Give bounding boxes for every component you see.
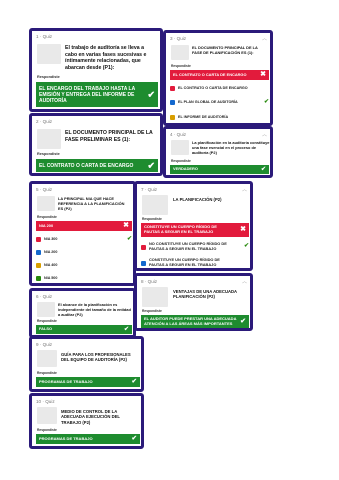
responded-label: Respondiste (37, 152, 60, 156)
check-icon: ✔ (263, 98, 269, 105)
question-text: EL DOCUMENTO PRINCIPAL DE LA FASE DE PLA… (192, 45, 258, 55)
diamond-icon (170, 100, 175, 105)
card-number: 10 · Quiz (36, 399, 55, 404)
answer-incorrect: EL CONTRATO O CARTA DE ENCARGO ✖ (170, 70, 269, 80)
check-icon: ✔ (260, 165, 266, 172)
option-item: EL INFORME DE AUDITORÍA (170, 113, 269, 122)
triangle-icon (170, 86, 175, 91)
quiz-card-7[interactable]: 7 · Quiz ︿ LA PLANIFICACIÓN (P2) Respond… (134, 181, 253, 271)
question-text: El trabajo de auditoría se lleva a cabo … (65, 45, 147, 71)
circle-icon (170, 115, 175, 120)
card-number: 8 · Quiz (141, 279, 158, 284)
question-image (37, 129, 61, 149)
question-text: EL DOCUMENTO PRINCIPAL DE LA FASE PRELIM… (65, 130, 153, 143)
answer-correct: PROGRAMAS DE TRABAJO ✔ (36, 377, 140, 387)
quiz-card-9[interactable]: 9 · Quiz GUÍA PARA LOS PROFESIONALES DEL… (29, 336, 144, 392)
responded-label: Respondiste (37, 371, 57, 375)
cross-icon: ✖ (123, 221, 129, 229)
check-icon: ✔ (243, 243, 249, 250)
quiz-card-5[interactable]: 5 · Quiz LA PRINCIPAL NIA QUE HACE REFER… (29, 181, 136, 286)
responded-label: Respondiste (37, 319, 57, 323)
question-image (37, 407, 57, 424)
cross-icon: ✖ (260, 70, 266, 78)
option-item: EL PLAN GLOBAL DE AUDITORÍA ✔ (170, 98, 269, 107)
option-item: NIA 300 ✔ (36, 235, 132, 244)
option-item: NIA 400 (36, 261, 132, 270)
responded-label: Respondiste (142, 217, 162, 221)
question-image (37, 302, 55, 317)
answer-correct: PROGRAMAS DE TRABAJO ✔ (36, 434, 140, 444)
option-item: CONSTITUYE UN CUERPO RÍGIDO DE PAUTAS A … (141, 257, 249, 268)
answer-correct: FALSO ✔ (36, 325, 132, 334)
question-text: VENTAJAS DE UNA ADECUADA PLANIFICACIÓN (… (173, 289, 237, 300)
card-number: 2 · Quiz (36, 119, 53, 124)
check-icon: ✔ (147, 160, 155, 171)
quiz-card-3[interactable]: 3 · Quiz ︿ EL DOCUMENTO PRINCIPAL DE LA … (163, 30, 273, 126)
question-text: La planificación en la auditoría constit… (192, 140, 270, 155)
check-icon: ✔ (123, 325, 129, 332)
responded-label: Respondiste (171, 64, 191, 68)
question-text: LA PRINCIPAL NIA QUE HACE REFERENCIA A L… (58, 196, 125, 211)
card-number: 5 · Quiz (36, 187, 53, 192)
card-number: 3 · Quiz (170, 36, 187, 41)
option-item: EL CONTRATO O CARTA DE ENCARGO (170, 84, 269, 93)
circle-icon (36, 263, 41, 268)
card-number: 6 · Quiz (36, 294, 53, 299)
responded-label: Respondiste (37, 75, 60, 79)
card-number: 4 · Quiz (170, 132, 187, 137)
option-item: NO CONSTITUYE UN CUERPO RÍGIDO DE PAUTAS… (141, 241, 249, 253)
check-icon: ✔ (131, 378, 137, 386)
question-image (171, 45, 189, 60)
check-icon: ✔ (131, 435, 137, 443)
diamond-icon (141, 260, 146, 266)
chevron-up-icon[interactable]: ︿ (242, 278, 247, 285)
question-text: MEDIO DE CONTROL DE LA ADECUADA EJECUCIÓ… (61, 409, 120, 425)
question-image (37, 44, 61, 64)
card-number: 7 · Quiz (141, 187, 158, 192)
quiz-card-10[interactable]: 10 · Quiz MEDIO DE CONTROL DE LA ADECUAD… (29, 393, 144, 449)
triangle-icon (36, 237, 41, 242)
check-icon: ✔ (126, 235, 132, 242)
answer-correct: EL CONTRATO O CARTA DE ENCARGO ✔ (36, 159, 158, 172)
quiz-card-1[interactable]: 1 · Quiz El trabajo de auditoría se llev… (29, 28, 163, 112)
answer-correct: EL ENCARGO DEL TRABAJO HASTA LA EMISIÓN … (36, 82, 158, 107)
answer-correct: VERDADERO ✔ (170, 165, 269, 174)
question-text: GUÍA PARA LOS PROFESIONALES DEL EQUIPO D… (61, 352, 131, 363)
question-image (37, 196, 55, 211)
card-number: 1 · Quiz (36, 34, 53, 39)
card-number: 9 · Quiz (36, 342, 53, 347)
answer-incorrect: NIA 200 ✖ (36, 221, 132, 231)
check-icon: ✔ (147, 89, 155, 100)
option-item: NIA 500 (36, 274, 132, 283)
responded-label: Respondiste (171, 159, 191, 163)
question-image (171, 140, 189, 155)
responded-label: Respondiste (37, 428, 57, 432)
quiz-card-8[interactable]: 8 · Quiz ︿ VENTAJAS DE UNA ADECUADA PLAN… (134, 273, 253, 331)
chevron-up-icon[interactable]: ︿ (262, 131, 267, 138)
square-icon (36, 276, 41, 281)
diamond-icon (36, 250, 41, 255)
question-image (142, 195, 168, 215)
chevron-up-icon[interactable]: ︿ (262, 35, 267, 42)
question-text: El alcance de la planificación es indepe… (58, 302, 131, 317)
question-image (142, 287, 168, 307)
responded-label: Respondiste (37, 215, 57, 219)
chevron-up-icon[interactable]: ︿ (242, 186, 247, 193)
answer-incorrect: CONSTITUYE UN CUERPO RÍGIDO DE PAUTAS A … (141, 223, 249, 237)
answer-correct: EL AUDITOR PUEDE PRESTAR UNA ADECUADA AT… (141, 315, 249, 328)
question-text: LA PLANIFICACIÓN (P2) (173, 197, 222, 202)
question-image (37, 350, 57, 367)
check-icon: ✔ (240, 317, 246, 325)
cross-icon: ✖ (240, 225, 246, 233)
quiz-card-6[interactable]: 6 · Quiz El alcance de la planificación … (29, 288, 136, 338)
responded-label: Respondiste (142, 309, 162, 313)
option-item: NIA 200 (36, 248, 132, 257)
quiz-card-4[interactable]: 4 · Quiz ︿ La planificación en la audito… (163, 126, 273, 178)
triangle-icon (141, 244, 146, 250)
quiz-card-2[interactable]: 2 · Quiz EL DOCUMENTO PRINCIPAL DE LA FA… (29, 113, 163, 176)
